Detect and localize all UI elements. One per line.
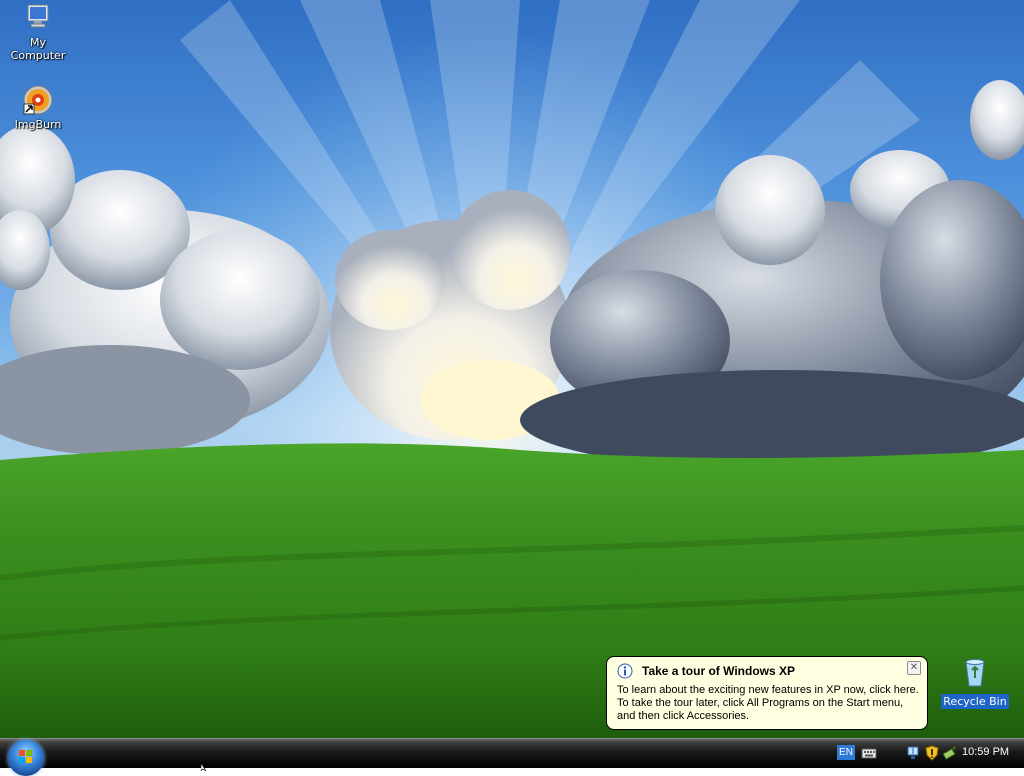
taskbar-clock[interactable]: 10:59 PM	[962, 746, 1009, 758]
desktop-icon-recycle-bin[interactable]: Recycle Bin	[938, 656, 1012, 709]
close-button[interactable]: ✕	[907, 661, 921, 675]
my-computer-icon	[22, 2, 54, 34]
network-icon[interactable]	[905, 745, 921, 761]
recycle-bin-icon	[959, 656, 991, 688]
desktop-icon-label: Recycle Bin	[941, 694, 1009, 709]
language-indicator[interactable]: EN	[837, 745, 855, 760]
desktop-icon-label: ImgBurn	[14, 118, 62, 131]
safely-remove-hardware-icon[interactable]	[942, 745, 958, 761]
desktop[interactable]: My Computer ImgBurn Recycle Bin Take a t…	[0, 0, 1024, 768]
clouds	[0, 80, 1024, 470]
balloon-message[interactable]: To learn about the exciting new features…	[617, 684, 922, 723]
balloon-tooltip[interactable]: Take a tour of Windows XP ✕ To learn abo…	[606, 656, 928, 730]
desktop-icon-label: My Computer	[10, 36, 66, 62]
balloon-title: Take a tour of Windows XP	[642, 664, 796, 678]
mouse-cursor-icon	[201, 763, 207, 771]
desktop-icon-imgburn[interactable]: ImgBurn	[3, 84, 73, 131]
info-icon	[617, 663, 633, 679]
imgburn-icon	[22, 84, 54, 116]
security-shield-icon[interactable]	[924, 745, 940, 761]
close-icon: ✕	[909, 662, 919, 673]
windows-logo-icon	[19, 750, 32, 763]
desktop-icon-my-computer[interactable]: My Computer	[3, 2, 73, 62]
start-button[interactable]	[8, 740, 44, 776]
keyboard-icon[interactable]	[861, 745, 877, 761]
